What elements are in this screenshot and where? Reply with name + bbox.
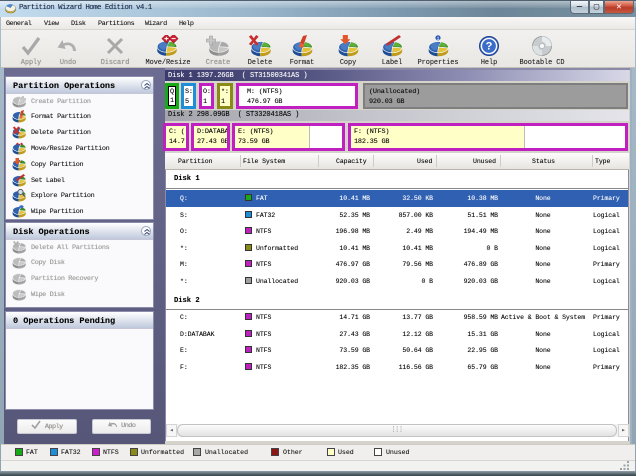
svg-text:?: ? [486,41,493,53]
